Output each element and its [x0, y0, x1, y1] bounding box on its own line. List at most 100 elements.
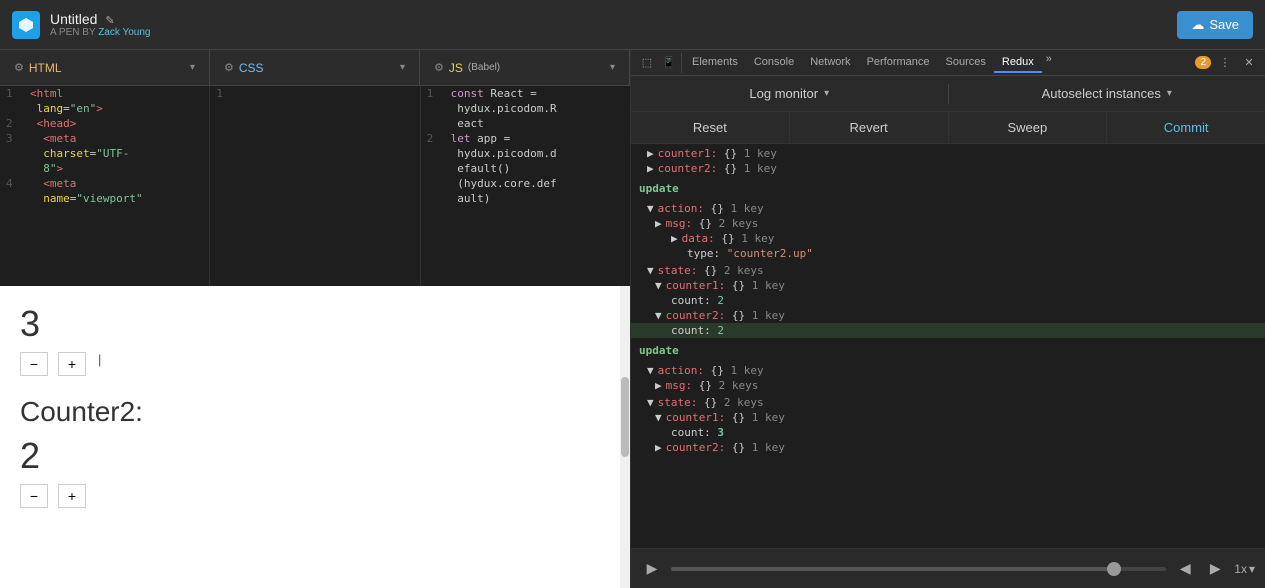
collapsed-top-entries: ▶ counter1: {} 1 key ▶ counter2: {} 1 ke… [631, 144, 1265, 178]
devtools-right-icons: 2 ⋮ ✕ [1195, 53, 1259, 73]
pen-title: Untitled ✎ [50, 11, 150, 27]
counter1-value: 3 [20, 306, 610, 342]
tree-arrow[interactable]: ▶ [647, 147, 654, 160]
progress-thumb[interactable] [1107, 562, 1121, 576]
tree-row[interactable]: ▼ counter1: {} 1 key [631, 278, 1265, 293]
log-tree-1: ▼ action: {} 1 key ▶ msg: {} 2 keys ▶ da… [631, 199, 1265, 340]
tree-row[interactable]: ▶ counter2: {} 1 key [631, 161, 1265, 176]
tree-row[interactable]: ▶ data: {} 1 key [631, 231, 1265, 246]
preview-scrollbar[interactable] [620, 286, 630, 588]
prev-button[interactable]: ◀ [1174, 558, 1196, 580]
autoselect-dropdown-icon[interactable]: ▾ [1167, 88, 1172, 99]
tree-arrow[interactable]: ▶ [647, 162, 654, 175]
counter1-buttons: − + | [20, 352, 610, 376]
counter2-minus-button[interactable]: − [20, 484, 48, 508]
devtools-close-icon[interactable]: ✕ [1239, 53, 1259, 73]
js-tab-arrow[interactable]: ▾ [610, 62, 615, 73]
log-entry-header: update [631, 178, 1265, 199]
html-tab-arrow[interactable]: ▾ [190, 62, 195, 73]
progress-fill [671, 567, 1117, 571]
editor-panel: ⚙ HTML ▾ ⚙ CSS ▾ ⚙ JS (Babel) ▾ [0, 50, 630, 588]
autoselect-label: Autoselect instances [1042, 86, 1161, 101]
js-gear-icon[interactable]: ⚙ [434, 61, 444, 74]
tree-row: type: "counter2.up" [631, 246, 1265, 261]
css-tab-label: CSS [239, 61, 264, 75]
counter2-label: Counter2: [20, 396, 610, 428]
next-button[interactable]: ▶ [1204, 558, 1226, 580]
html-editor[interactable]: 1<html lang="en"> 2 <head> 3 <meta chars… [0, 86, 210, 286]
cursor: | [98, 352, 101, 376]
css-gear-icon[interactable]: ⚙ [224, 61, 234, 74]
revert-button[interactable]: Revert [790, 112, 949, 143]
tab-elements[interactable]: Elements [684, 53, 746, 73]
warn-badge: 2 [1195, 56, 1211, 69]
progress-track[interactable] [671, 567, 1166, 571]
save-button[interactable]: Save [1177, 11, 1253, 39]
tab-network[interactable]: Network [802, 53, 858, 73]
tree-row[interactable]: ▼ counter1: {} 1 key [631, 410, 1265, 425]
tree-row: count: 2 [631, 293, 1265, 308]
tree-row[interactable]: ▶ counter2: {} 1 key [631, 440, 1265, 455]
tab-css[interactable]: ⚙ CSS ▾ [210, 50, 420, 85]
sweep-button[interactable]: Sweep [949, 112, 1108, 143]
tab-performance[interactable]: Performance [859, 53, 938, 73]
speed-label: 1x [1234, 562, 1247, 576]
title-area: Untitled ✎ A PEN BY Zack Young [50, 11, 150, 38]
counter2-value: 2 [20, 438, 610, 474]
css-tab-arrow[interactable]: ▾ [400, 62, 405, 73]
counter2-buttons: − + [20, 484, 610, 508]
html-gear-icon[interactable]: ⚙ [14, 61, 24, 74]
tab-sources[interactable]: Sources [938, 53, 994, 73]
tree-row[interactable]: ▼ action: {} 1 key [631, 363, 1265, 378]
device-icon[interactable]: 📱 [659, 53, 679, 73]
devtools-panel: ⬚ 📱 Elements Console Network Performance… [630, 50, 1265, 588]
top-bar: Untitled ✎ A PEN BY Zack Young Save [0, 0, 1265, 50]
tab-html[interactable]: ⚙ HTML ▾ [0, 50, 210, 85]
edit-icon[interactable]: ✎ [105, 15, 114, 27]
tree-row: count: 3 [631, 425, 1265, 440]
tab-js[interactable]: ⚙ JS (Babel) ▾ [420, 50, 630, 85]
save-label: Save [1209, 17, 1239, 32]
js-tab-sub: (Babel) [468, 62, 500, 73]
speed-selector[interactable]: 1x ▾ [1234, 562, 1255, 576]
devtools-nav-tabs: Elements Console Network Performance Sou… [684, 53, 1056, 73]
log-monitor-bar: Log monitor ▾ Autoselect instances ▾ [631, 76, 1265, 112]
speed-dropdown-icon[interactable]: ▾ [1249, 562, 1255, 576]
action-buttons: Reset Revert Sweep Commit [631, 112, 1265, 144]
tree-row[interactable]: ▼ state: {} 2 keys [631, 395, 1265, 410]
redux-panel: Log monitor ▾ Autoselect instances ▾ Res… [631, 76, 1265, 588]
tree-row[interactable]: ▼ action: {} 1 key [631, 201, 1265, 216]
devtools-topbar: ⬚ 📱 Elements Console Network Performance… [631, 50, 1265, 76]
preview-panel: 3 − + | Counter2: 2 − + [0, 286, 630, 588]
commit-button[interactable]: Commit [1107, 112, 1265, 143]
tree-row[interactable]: ▶ counter1: {} 1 key [631, 146, 1265, 161]
counter1-minus-button[interactable]: − [20, 352, 48, 376]
js-tab-label: JS [449, 61, 463, 75]
devtools-more-icon[interactable]: ⋮ [1215, 53, 1235, 73]
log-monitor-dropdown-icon[interactable]: ▾ [824, 88, 829, 99]
pen-subtitle: A PEN BY Zack Young [50, 27, 150, 38]
playback-bar: ▶ ◀ ▶ 1x ▾ [631, 548, 1265, 588]
more-tabs-icon[interactable]: » [1042, 53, 1056, 73]
preview-content: 3 − + | Counter2: 2 − + [0, 286, 630, 588]
tree-row[interactable]: ▼ counter2: {} 1 key [631, 308, 1265, 323]
tree-row[interactable]: ▶ msg: {} 2 keys [631, 378, 1265, 393]
log-entries[interactable]: ▶ counter1: {} 1 key ▶ counter2: {} 1 ke… [631, 144, 1265, 548]
play-button[interactable]: ▶ [641, 558, 663, 580]
tab-console[interactable]: Console [746, 53, 802, 73]
tree-row[interactable]: ▶ msg: {} 2 keys [631, 216, 1265, 231]
log-monitor-title: Log monitor ▾ [631, 86, 948, 101]
reset-button[interactable]: Reset [631, 112, 790, 143]
inspect-icon[interactable]: ⬚ [637, 53, 657, 73]
autoselect-area: Autoselect instances ▾ [949, 86, 1265, 101]
counter1-plus-button[interactable]: + [58, 352, 86, 376]
preview-scroll-thumb[interactable] [621, 377, 629, 457]
js-editor[interactable]: 1const React = hydux.picodom.R eact 2let… [421, 86, 630, 286]
logo-icon [12, 11, 40, 39]
counter2-plus-button[interactable]: + [58, 484, 86, 508]
log-entry-header-2: update [631, 340, 1265, 361]
editor-tabs: ⚙ HTML ▾ ⚙ CSS ▾ ⚙ JS (Babel) ▾ [0, 50, 630, 86]
tab-redux[interactable]: Redux [994, 53, 1042, 73]
css-editor[interactable]: 1 [210, 86, 420, 286]
tree-row[interactable]: ▼ state: {} 2 keys [631, 263, 1265, 278]
